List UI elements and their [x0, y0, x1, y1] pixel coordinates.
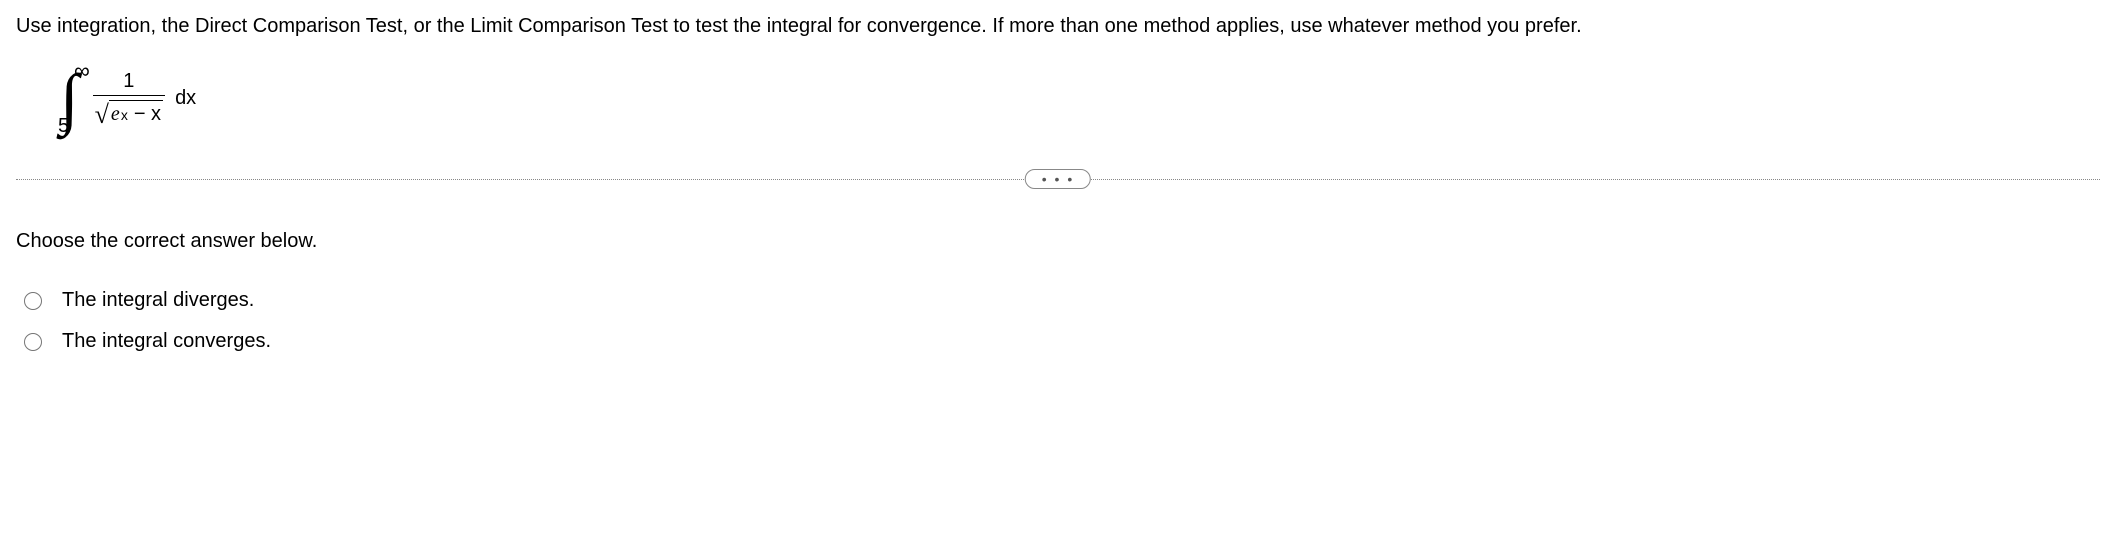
sqrt-content: e x − x	[109, 100, 163, 126]
dx: dx	[175, 87, 196, 110]
radio-converges[interactable]	[24, 333, 42, 351]
minus-x: − x	[134, 103, 161, 126]
sqrt-expression: √ e x − x	[95, 100, 163, 126]
options-group: The integral diverges. The integral conv…	[24, 289, 2100, 353]
e-base: e	[111, 103, 120, 126]
radio-diverges[interactable]	[24, 292, 42, 310]
integral-lower-limit: 5	[58, 115, 69, 138]
sqrt-symbol: √	[95, 102, 109, 128]
integral-upper-limit: ∞	[74, 58, 90, 84]
integral-symbol: ∞ ∫ 5	[60, 64, 79, 132]
integral-expression: ∞ ∫ 5 1 √ e x − x dx	[60, 64, 2100, 132]
option-diverges[interactable]: The integral diverges.	[24, 289, 2100, 312]
integral-fraction: 1 √ e x − x	[91, 70, 167, 126]
instruction-text: Use integration, the Direct Comparison T…	[16, 12, 2100, 40]
fraction-denominator: √ e x − x	[91, 96, 167, 126]
answer-prompt: Choose the correct answer below.	[16, 230, 2100, 253]
fraction-numerator: 1	[93, 70, 165, 96]
e-exponent: x	[121, 107, 128, 123]
divider-expand-button[interactable]: • • •	[1025, 169, 1091, 189]
option-converges[interactable]: The integral converges.	[24, 330, 2100, 353]
section-divider: • • •	[16, 168, 2100, 190]
option-label: The integral diverges.	[62, 289, 254, 312]
option-label: The integral converges.	[62, 330, 271, 353]
